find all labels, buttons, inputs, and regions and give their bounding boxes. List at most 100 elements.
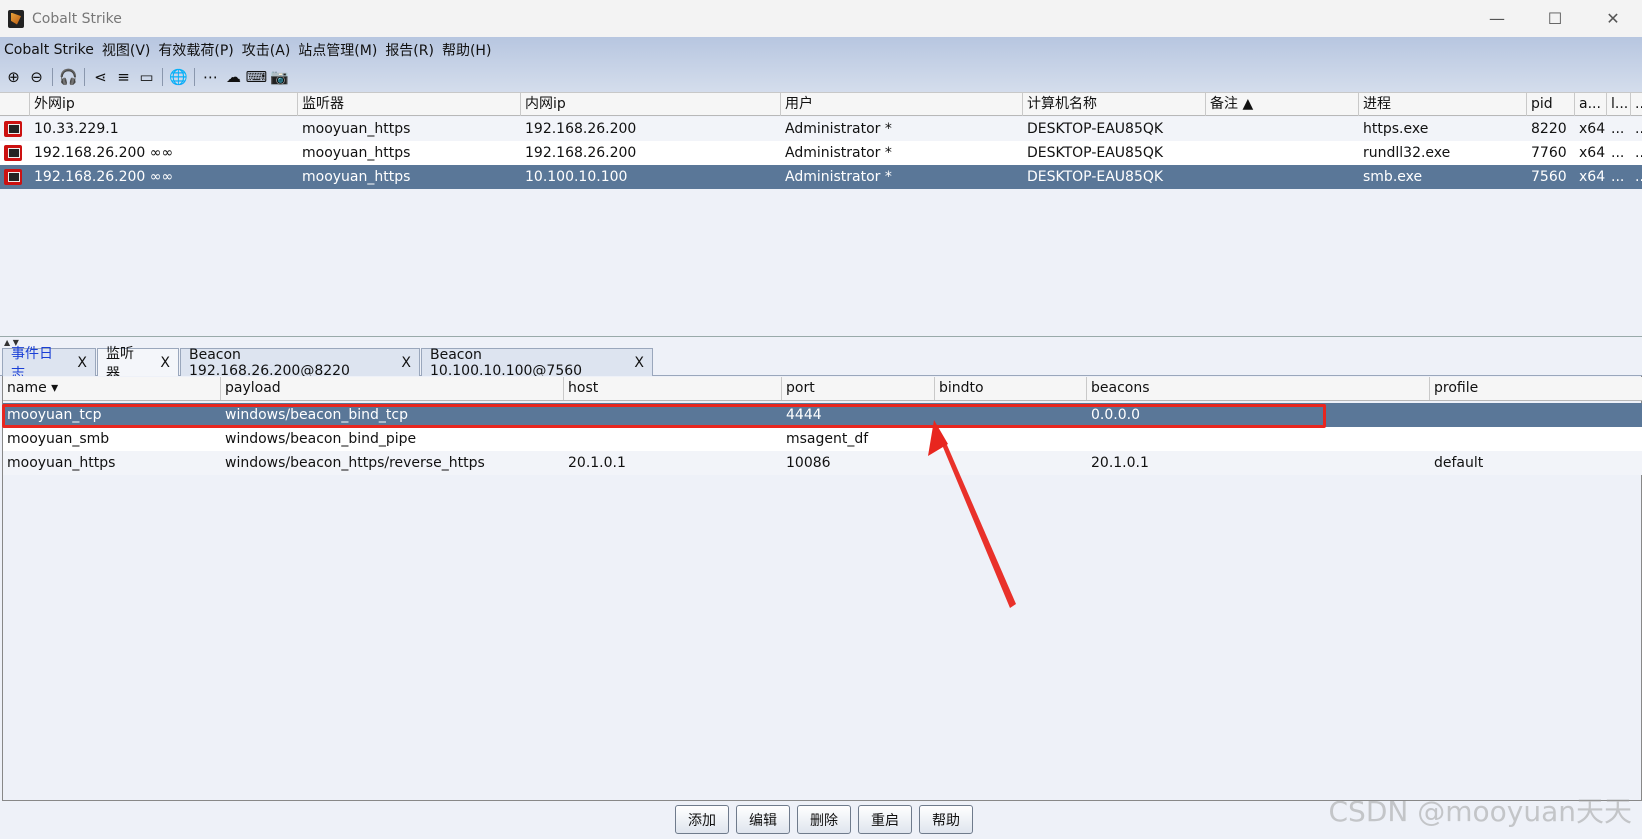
cell-user: Administrator * — [785, 121, 892, 137]
cell-bindto — [935, 451, 1087, 475]
cell-host — [564, 403, 782, 427]
cell-pid: 8220 — [1531, 121, 1567, 137]
tab-close-icon[interactable]: X — [634, 355, 644, 371]
headphones-icon[interactable]: 🎧 — [57, 66, 80, 88]
minimize-button[interactable]: — — [1468, 0, 1526, 37]
camera-icon[interactable]: 📷 — [268, 66, 291, 88]
tab-strip: 事件日志 X 监听器 X Beacon 192.168.26.200@8220 … — [0, 346, 1642, 382]
column-header-more[interactable]: ... — [1631, 93, 1642, 116]
restart-button[interactable]: 重启 — [858, 805, 912, 834]
column-header-user[interactable]: 用户 — [781, 93, 1023, 116]
menu-cobalt-strike[interactable]: Cobalt Strike — [0, 42, 98, 58]
cell-arch: x64 — [1579, 145, 1606, 161]
toolbar: ⊕ ⊖ 🎧 ⋖ ≡ ▭ 🌐 ⋯ ☁ ⌨ 📷 — [0, 63, 1642, 91]
column-header-bindto[interactable]: bindto — [935, 377, 1087, 400]
remove-button[interactable]: 删除 — [797, 805, 851, 834]
column-header-port[interactable]: port — [782, 377, 935, 400]
listener-row[interactable]: mooyuan_https windows/beacon_https/rever… — [3, 451, 1642, 475]
column-header-note[interactable]: 备注 ▲ — [1206, 93, 1359, 116]
column-header-arch[interactable]: a... — [1575, 93, 1607, 116]
column-header-beacons[interactable]: beacons — [1087, 377, 1430, 400]
column-header-pid[interactable]: pid — [1527, 93, 1575, 116]
cell-profile — [1430, 427, 1642, 451]
menu-toolbar-band: Cobalt Strike 视图(V) 有效载荷(P) 攻击(A) 站点管理(M… — [0, 37, 1642, 92]
share-icon[interactable]: ⋖ — [89, 66, 112, 88]
csdn-watermark: CSDN @mooyuan天天 — [1328, 795, 1633, 828]
minus-circle-icon[interactable]: ⊖ — [25, 66, 48, 88]
tab-beacon-7560[interactable]: Beacon 10.100.10.100@7560 X — [421, 346, 653, 379]
column-header-last[interactable]: l... — [1607, 93, 1631, 116]
keyboard-icon[interactable]: ⌨ — [245, 66, 268, 88]
cell-external-ip: 192.168.26.200 ∞∞ — [34, 169, 174, 185]
globe-icon[interactable]: 🌐 — [167, 66, 190, 88]
maximize-button[interactable]: ☐ — [1526, 0, 1584, 37]
close-window-button[interactable]: ✕ — [1584, 0, 1642, 37]
column-header-host[interactable]: host — [564, 377, 782, 400]
menu-reporting[interactable]: 报告(R) — [381, 40, 438, 60]
column-header-computer[interactable]: 计算机名称 — [1023, 93, 1206, 116]
menu-payloads[interactable]: 有效载荷(P) — [154, 40, 237, 60]
cell-listener: mooyuan_https — [302, 121, 411, 137]
column-header-process[interactable]: 进程 — [1359, 93, 1527, 116]
cell-host: 20.1.0.1 — [568, 455, 626, 471]
tab-label: Beacon 10.100.10.100@7560 — [430, 346, 583, 379]
cell-computer: DESKTOP-EAU85QK — [1027, 169, 1164, 185]
cell-last: ... — [1611, 121, 1625, 137]
column-header-listener[interactable]: 监听器 — [298, 93, 521, 116]
listeners-table-header: name ▾ payload host port bindto beacons … — [3, 377, 1642, 401]
help-button[interactable]: 帮助 — [919, 805, 973, 834]
pane-splitter[interactable]: ▲ ▼ — [0, 336, 1642, 347]
plus-circle-icon[interactable]: ⊕ — [2, 66, 25, 88]
cell-computer: DESKTOP-EAU85QK — [1027, 121, 1164, 137]
cell-beacons — [1087, 427, 1430, 451]
cell-listener: mooyuan_https — [302, 169, 411, 185]
tab-close-icon[interactable]: X — [401, 355, 411, 371]
toolbar-divider — [194, 68, 195, 86]
column-header-name[interactable]: name ▾ — [3, 377, 221, 400]
cell-process: rundll32.exe — [1363, 145, 1451, 161]
column-header-payload[interactable]: payload — [221, 377, 564, 400]
column-header-icon[interactable] — [0, 93, 30, 116]
beacon-row-selected[interactable]: 192.168.26.200 ∞∞ mooyuan_https 10.100.1… — [0, 165, 1642, 189]
beacon-row[interactable]: 192.168.26.200 ∞∞ mooyuan_https 192.168.… — [0, 141, 1642, 165]
cell-computer: DESKTOP-EAU85QK — [1027, 145, 1164, 161]
tab-beacon-8220[interactable]: Beacon 192.168.26.200@8220 X — [180, 347, 420, 379]
cell-internal-ip: 192.168.26.200 — [525, 145, 637, 161]
cell-more: ... — [1635, 145, 1642, 161]
cell-name: mooyuan_smb — [7, 431, 110, 447]
listeners-panel: name ▾ payload host port bindto beacons … — [2, 376, 1642, 801]
cobalt-strike-logo-icon — [8, 9, 24, 28]
list-icon[interactable]: ≡ — [112, 66, 135, 88]
monitor-icon[interactable]: ▭ — [135, 66, 158, 88]
beacons-table: 外网ip 监听器 内网ip 用户 计算机名称 备注 ▲ 进程 pid a... … — [0, 92, 1642, 336]
column-header-profile[interactable]: profile — [1430, 377, 1642, 400]
menu-help[interactable]: 帮助(H) — [438, 40, 495, 60]
column-header-internal-ip[interactable]: 内网ip — [521, 93, 781, 116]
cell-name: mooyuan_tcp — [7, 407, 102, 423]
dots-icon[interactable]: ⋯ — [199, 66, 222, 88]
beacon-session-icon — [4, 169, 22, 185]
cell-arch: x64 — [1579, 169, 1606, 185]
cell-user: Administrator * — [785, 145, 892, 161]
menu-site-management[interactable]: 站点管理(M) — [294, 40, 381, 60]
edit-button[interactable]: 编辑 — [736, 805, 790, 834]
toolbar-divider — [84, 68, 85, 86]
cell-beacons: 0.0.0.0 — [1091, 407, 1140, 423]
tab-close-icon[interactable]: X — [160, 355, 170, 371]
tab-listeners[interactable]: 监听器 X — [97, 346, 179, 382]
tab-event-log[interactable]: 事件日志 X — [2, 346, 96, 382]
menu-view[interactable]: 视图(V) — [98, 40, 155, 60]
menu-attacks[interactable]: 攻击(A) — [238, 40, 295, 60]
cell-more: ... — [1635, 169, 1642, 185]
menu-bar: Cobalt Strike 视图(V) 有效载荷(P) 攻击(A) 站点管理(M… — [0, 37, 1642, 63]
listener-row-selected[interactable]: mooyuan_tcp windows/beacon_bind_tcp 4444… — [3, 403, 1642, 427]
beacon-row[interactable]: 10.33.229.1 mooyuan_https 192.168.26.200… — [0, 117, 1642, 141]
add-button[interactable]: 添加 — [675, 805, 729, 834]
cell-profile: default — [1434, 455, 1484, 471]
column-header-external-ip[interactable]: 外网ip — [30, 93, 298, 116]
tab-close-icon[interactable]: X — [77, 355, 87, 371]
listener-row[interactable]: mooyuan_smb windows/beacon_bind_pipe msa… — [3, 427, 1642, 451]
cell-last: ... — [1611, 145, 1625, 161]
beacon-session-icon — [4, 121, 22, 137]
cloud-download-icon[interactable]: ☁ — [222, 66, 245, 88]
